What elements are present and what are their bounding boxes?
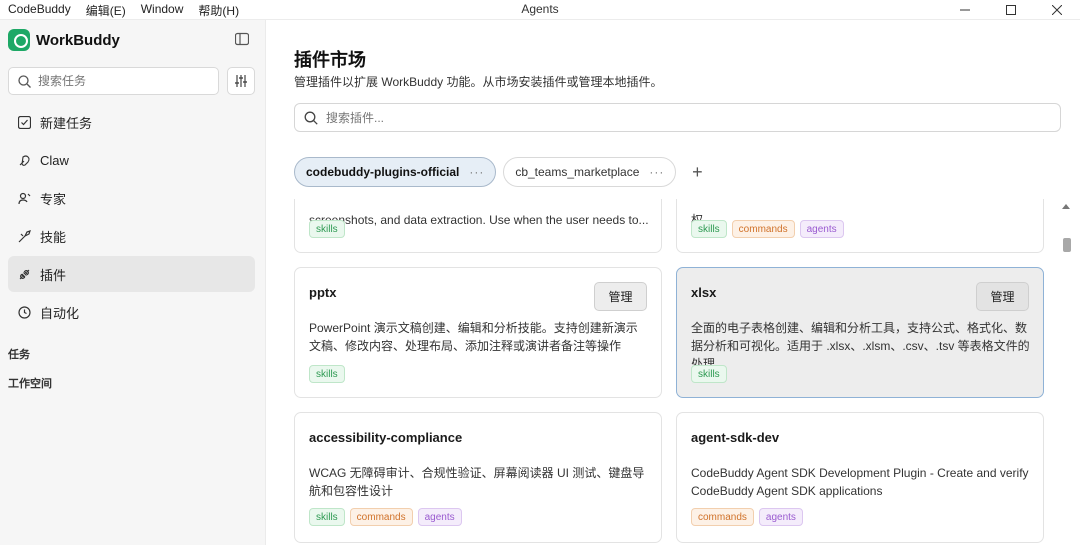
close-icon bbox=[1052, 5, 1062, 15]
tab-cb-teams-marketplace[interactable]: cb_teams_marketplace ··· bbox=[503, 157, 677, 187]
plugin-description: PowerPoint 演示文稿创建、编辑和分析技能。支持创建新演示文稿、修改内容… bbox=[309, 321, 638, 353]
page-title: 插件市场 bbox=[294, 50, 366, 70]
plugin-tags: skills bbox=[691, 365, 727, 383]
menu-window[interactable]: Window bbox=[141, 2, 184, 19]
scroll-up-icon[interactable] bbox=[1061, 203, 1071, 213]
plugin-grid: screenshots, and data extraction. Use wh… bbox=[266, 199, 1066, 545]
task-search-input[interactable] bbox=[38, 74, 198, 88]
plugin-tags: skills bbox=[309, 365, 345, 383]
brand: WorkBuddy bbox=[8, 29, 120, 51]
tag-skills: skills bbox=[309, 220, 345, 238]
window-controls bbox=[942, 0, 1080, 20]
menu-edit[interactable]: 编辑(E) bbox=[86, 2, 126, 19]
plugin-description: 全面的电子表格创建、编辑和分析工具，支持公式、格式化、数据分析和可视化。适用于 … bbox=[691, 321, 1030, 371]
tag-agents: agents bbox=[799, 220, 844, 238]
claw-icon bbox=[17, 153, 31, 167]
skills-icon bbox=[17, 229, 31, 243]
scroll-thumb[interactable] bbox=[1063, 238, 1071, 252]
plugin-icon bbox=[17, 267, 31, 281]
tag-skills: skills bbox=[691, 220, 727, 238]
tag-skills: skills bbox=[309, 508, 345, 526]
plugin-name: pptx bbox=[309, 285, 337, 300]
tag-agents: agents bbox=[758, 508, 803, 526]
sidebar-nav: 新建任务 Claw 专家 技能 插件 自动化 bbox=[8, 104, 255, 332]
plugin-tags: skills commands agents bbox=[691, 220, 844, 238]
nav-item-label: 技能 bbox=[40, 229, 67, 245]
plugin-name: xlsx bbox=[691, 285, 717, 300]
new-task-icon bbox=[17, 115, 31, 129]
plugin-card-agent-sdk-dev[interactable]: agent-sdk-dev CodeBuddy Agent SDK Develo… bbox=[676, 412, 1044, 543]
nav-item-label: Claw bbox=[40, 152, 69, 168]
menu-help[interactable]: 帮助(H) bbox=[198, 2, 239, 19]
minimize-icon bbox=[960, 9, 970, 11]
menu-codebuddy[interactable]: CodeBuddy bbox=[8, 2, 71, 19]
plugin-description: WCAG 无障碍审计、合规性验证、屏幕阅读器 UI 测试、键盘导航和包容性设计 bbox=[309, 466, 645, 498]
tag-skills: skills bbox=[691, 365, 727, 383]
tab-codebuddy-plugins-official[interactable]: codebuddy-plugins-official ··· bbox=[294, 157, 497, 187]
plugin-tags: skills commands agents bbox=[309, 508, 462, 526]
close-button[interactable] bbox=[1034, 0, 1080, 20]
manage-button[interactable]: 管理 bbox=[594, 282, 647, 311]
maximize-icon bbox=[1006, 5, 1016, 15]
section-workspace[interactable]: 工作空间 bbox=[8, 375, 52, 391]
plus-icon: + bbox=[692, 161, 703, 182]
nav-item-label: 专家 bbox=[40, 191, 67, 207]
page-subtitle: 管理插件以扩展 WorkBuddy 功能。从市场安装插件或管理本地插件。 bbox=[294, 75, 663, 89]
sidebar-toggle-icon bbox=[234, 32, 250, 46]
plugin-grid-scrollbar[interactable] bbox=[1061, 199, 1071, 545]
tag-commands: commands bbox=[691, 508, 754, 526]
plugin-tags: commands agents bbox=[691, 508, 803, 526]
filter-button[interactable] bbox=[227, 67, 255, 95]
more-icon[interactable]: ··· bbox=[649, 165, 664, 179]
nav-item-label: 自动化 bbox=[40, 305, 80, 321]
plugin-card[interactable]: 权 skills commands agents bbox=[676, 199, 1044, 253]
nav-item-label: 新建任务 bbox=[40, 115, 93, 131]
nav-item-claw[interactable]: Claw bbox=[8, 142, 255, 178]
nav-item-automation[interactable]: 自动化 bbox=[8, 294, 255, 330]
add-marketplace-button[interactable]: + bbox=[683, 158, 711, 186]
maximize-button[interactable] bbox=[988, 0, 1034, 20]
section-tasks[interactable]: 任务 bbox=[8, 346, 30, 362]
marketplace-tabs: codebuddy-plugins-official ··· cb_teams_… bbox=[294, 157, 711, 187]
menu-bar: CodeBuddy 编辑(E) Window 帮助(H) bbox=[8, 2, 239, 19]
nav-item-experts[interactable]: 专家 bbox=[8, 180, 255, 216]
tag-commands: commands bbox=[731, 220, 795, 238]
nav-item-skills[interactable]: 技能 bbox=[8, 218, 255, 254]
main-content: 插件市场 管理插件以扩展 WorkBuddy 功能。从市场安装插件或管理本地插件… bbox=[266, 20, 1080, 545]
experts-icon bbox=[17, 191, 31, 205]
tab-label: cb_teams_marketplace bbox=[515, 165, 640, 179]
plugin-description: screenshots, and data extraction. Use wh… bbox=[309, 213, 649, 227]
nav-item-new-task[interactable]: 新建任务 bbox=[8, 104, 255, 140]
search-icon bbox=[18, 74, 31, 88]
plugin-tags: skills bbox=[309, 220, 345, 238]
plugin-card-accessibility-compliance[interactable]: accessibility-compliance WCAG 无障碍审计、合规性验… bbox=[294, 412, 662, 543]
tag-agents: agents bbox=[417, 508, 462, 526]
tag-commands: commands bbox=[349, 508, 413, 526]
tab-label: codebuddy-plugins-official bbox=[306, 165, 460, 179]
plugin-name: accessibility-compliance bbox=[309, 430, 463, 445]
plugin-search-input[interactable] bbox=[326, 110, 1026, 125]
sliders-icon bbox=[235, 75, 247, 87]
tag-skills: skills bbox=[309, 365, 345, 383]
plugin-card[interactable]: screenshots, and data extraction. Use wh… bbox=[294, 199, 662, 253]
clock-icon bbox=[17, 305, 31, 319]
minimize-button[interactable] bbox=[942, 0, 988, 20]
manage-button[interactable]: 管理 bbox=[976, 282, 1029, 311]
plugin-name: agent-sdk-dev bbox=[691, 430, 780, 445]
plugin-card-xlsx[interactable]: xlsx 管理 全面的电子表格创建、编辑和分析工具，支持公式、格式化、数据分析和… bbox=[676, 267, 1044, 398]
sidebar: WorkBuddy 新建任务 Claw 专家 技能 插件 bbox=[0, 20, 266, 545]
workbuddy-logo bbox=[8, 29, 30, 51]
search-icon bbox=[304, 111, 318, 125]
sidebar-toggle-button[interactable] bbox=[234, 32, 251, 48]
plugin-search-field[interactable] bbox=[294, 103, 1061, 132]
more-icon[interactable]: ··· bbox=[469, 165, 484, 179]
nav-item-plugins[interactable]: 插件 bbox=[8, 256, 255, 292]
title-bar: CodeBuddy 编辑(E) Window 帮助(H) Agents bbox=[0, 0, 1080, 20]
plugin-description: CodeBuddy Agent SDK Development Plugin -… bbox=[691, 466, 1029, 498]
plugin-card-pptx[interactable]: pptx 管理 PowerPoint 演示文稿创建、编辑和分析技能。支持创建新演… bbox=[294, 267, 662, 398]
brand-name: WorkBuddy bbox=[36, 31, 120, 49]
task-search-field[interactable] bbox=[8, 67, 219, 95]
nav-item-label: 插件 bbox=[40, 267, 67, 283]
